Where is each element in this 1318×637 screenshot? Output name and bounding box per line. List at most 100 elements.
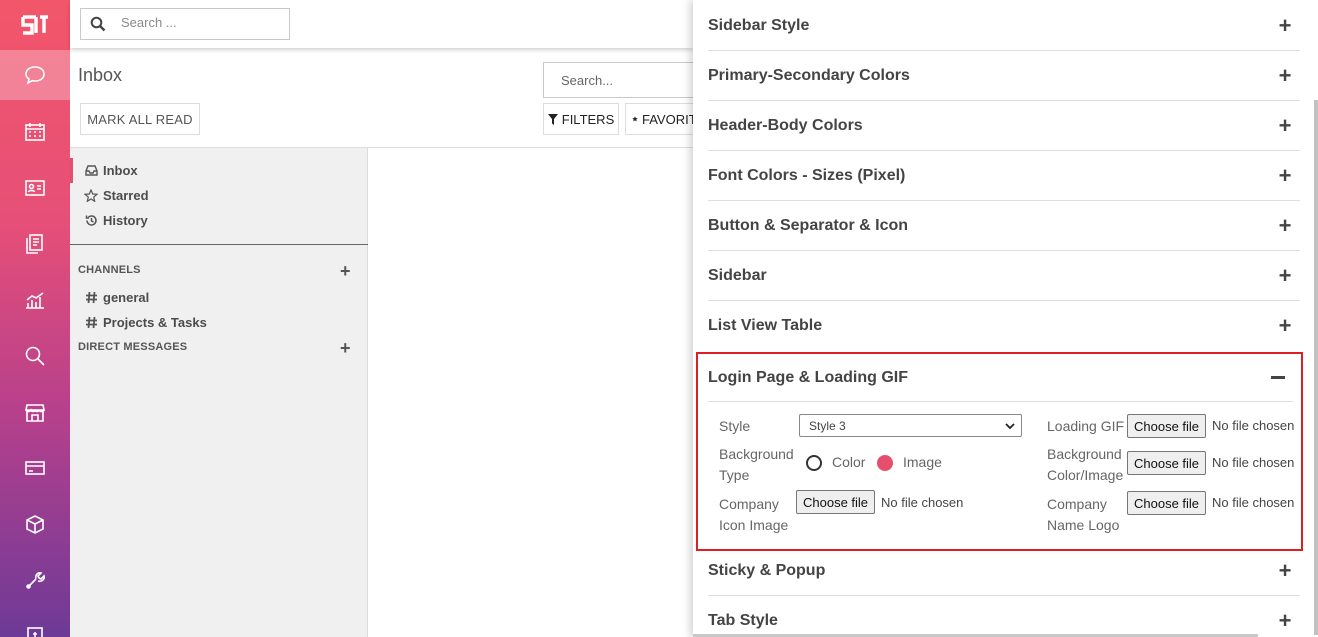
sidebar-item-label: History: [103, 213, 148, 228]
loading-gif-choose-file-button[interactable]: Choose file: [1127, 414, 1207, 438]
documents-icon[interactable]: [0, 219, 70, 269]
app-logo[interactable]: [0, 0, 70, 50]
style-select[interactable]: Style 3: [799, 414, 1022, 437]
theme-customizer-panel: Sidebar Style + Primary-Secondary Colors…: [693, 0, 1318, 637]
loading-gif-label: Loading GIF: [1047, 418, 1125, 434]
accordion-sidebar[interactable]: Sidebar +: [708, 251, 1300, 301]
star-icon: [70, 189, 103, 202]
sidebar-item-label: Starred: [103, 188, 149, 203]
loading-gif-no-file-text: No file chosen: [1212, 418, 1295, 433]
discuss-search-input[interactable]: [561, 73, 681, 88]
accordion-header[interactable]: Login Page & Loading GIF: [708, 354, 1293, 402]
accordion-title: Tab Style: [708, 611, 778, 629]
plus-icon[interactable]: +: [1270, 213, 1300, 239]
accordion-title: Font Colors - Sizes (Pixel): [708, 166, 906, 184]
accordion-header-body-colors[interactable]: Header-Body Colors +: [708, 101, 1300, 151]
minus-icon[interactable]: [1271, 376, 1285, 379]
radio-color[interactable]: [806, 455, 822, 471]
discuss-sidebar: Inbox Starred History CHANNELS + general…: [70, 147, 368, 637]
thread-area: [368, 147, 693, 637]
channel-label: Projects & Tasks: [103, 315, 207, 330]
channel-item-general[interactable]: general: [70, 285, 366, 310]
channel-label: general: [103, 290, 150, 305]
background-color-image-label-line1: Background: [1047, 446, 1122, 462]
accordion-title: List View Table: [708, 317, 823, 334]
company-icon-choose-file-button[interactable]: Choose file: [796, 490, 876, 514]
filter-icon: [547, 113, 558, 125]
accordion-login-page-loading-gif: Login Page & Loading GIF Style Style 3 B…: [696, 352, 1303, 551]
add-direct-message-icon[interactable]: +: [340, 339, 351, 357]
calendar-icon[interactable]: [0, 107, 70, 157]
hash-icon: [70, 316, 103, 329]
top-navbar: [70, 0, 693, 48]
top-search-box[interactable]: [80, 8, 290, 40]
plus-icon[interactable]: +: [1270, 313, 1300, 339]
search-icon[interactable]: [0, 331, 70, 381]
company-icon-label-line1: Company: [719, 496, 779, 512]
channel-item-projects-tasks[interactable]: Projects & Tasks: [70, 310, 366, 335]
accordion-button-separator-icon[interactable]: Button & Separator & Icon +: [708, 201, 1300, 251]
background-choose-file-button[interactable]: Choose file: [1127, 451, 1207, 475]
accordion-title: Login Page & Loading GIF: [708, 368, 908, 386]
accordion-title: Button & Separator & Icon: [708, 216, 909, 234]
search-icon: [90, 16, 106, 37]
accordion-list-view-table[interactable]: List View Table +: [708, 301, 1300, 351]
accordion-font-colors-sizes[interactable]: Font Colors - Sizes (Pixel) +: [708, 151, 1300, 201]
discuss-icon[interactable]: [0, 50, 70, 100]
reporting-icon[interactable]: [0, 275, 70, 325]
plus-icon[interactable]: +: [1270, 163, 1300, 189]
accordion-title: Primary-Secondary Colors: [708, 66, 910, 84]
inventory-icon[interactable]: [0, 499, 70, 549]
sidebar-item-starred[interactable]: Starred: [70, 183, 366, 208]
plus-icon[interactable]: +: [1270, 558, 1300, 584]
company-name-logo-label-line2: Name Logo: [1047, 517, 1120, 533]
company-logo-no-file-text: No file chosen: [1212, 495, 1295, 510]
company-icon-no-file-text: No file chosen: [881, 495, 964, 510]
app-rail: [0, 0, 70, 637]
company-name-logo-label-line1: Company: [1047, 496, 1107, 512]
accordion-title: Sidebar Style: [708, 16, 810, 34]
mark-all-read-button[interactable]: MARK ALL READ: [80, 103, 200, 135]
sidebar-item-label: Inbox: [103, 163, 138, 178]
radio-color-label: Color: [832, 454, 866, 470]
accordion-tab-style[interactable]: Tab Style +: [708, 596, 1300, 637]
hash-icon: [70, 291, 103, 304]
plus-icon[interactable]: +: [1270, 13, 1300, 39]
plus-icon[interactable]: +: [1270, 113, 1300, 139]
company-icon-label-line2: Icon Image: [719, 517, 789, 533]
background-type-label-line1: Background: [719, 446, 794, 462]
settings-icon[interactable]: [0, 555, 70, 605]
chevron-down-icon: [1005, 423, 1015, 430]
payment-icon[interactable]: [0, 443, 70, 493]
page-title: Inbox: [78, 65, 123, 85]
accordion-title: Sidebar: [708, 266, 767, 284]
style-select-value: Style 3: [809, 418, 846, 433]
filters-button[interactable]: FILTERS: [543, 103, 619, 135]
store-icon[interactable]: [0, 387, 70, 437]
accordion-title: Header-Body Colors: [708, 116, 863, 134]
radio-image[interactable]: [877, 455, 893, 471]
direct-messages-header: DIRECT MESSAGES: [78, 341, 188, 353]
channels-header: CHANNELS: [78, 264, 141, 276]
vertical-scrollbar[interactable]: [1314, 100, 1318, 635]
inbox-icon: [73, 165, 103, 176]
top-search-input[interactable]: [121, 15, 281, 30]
plus-icon[interactable]: +: [1270, 63, 1300, 89]
accordion-sidebar-style[interactable]: Sidebar Style +: [708, 1, 1300, 51]
history-icon: [70, 214, 103, 227]
sidebar-item-inbox[interactable]: Inbox: [70, 158, 366, 183]
style-label: Style: [719, 418, 751, 434]
plus-icon[interactable]: +: [1270, 263, 1300, 289]
background-color-image-label-line2: Color/Image: [1047, 467, 1124, 483]
accordion-sticky-popup[interactable]: Sticky & Popup +: [708, 546, 1300, 596]
add-channel-icon[interactable]: +: [340, 262, 351, 280]
filters-label: FILTERS: [561, 111, 615, 127]
sidebar-divider: [70, 244, 368, 245]
sidebar-item-history[interactable]: History: [70, 208, 366, 233]
accordion-primary-secondary-colors[interactable]: Primary-Secondary Colors +: [708, 51, 1300, 101]
plus-icon[interactable]: +: [1270, 608, 1300, 634]
invoicing-icon[interactable]: [0, 611, 70, 637]
discuss-search-box[interactable]: [543, 62, 703, 98]
company-logo-choose-file-button[interactable]: Choose file: [1127, 491, 1207, 515]
contacts-icon[interactable]: [0, 163, 70, 213]
